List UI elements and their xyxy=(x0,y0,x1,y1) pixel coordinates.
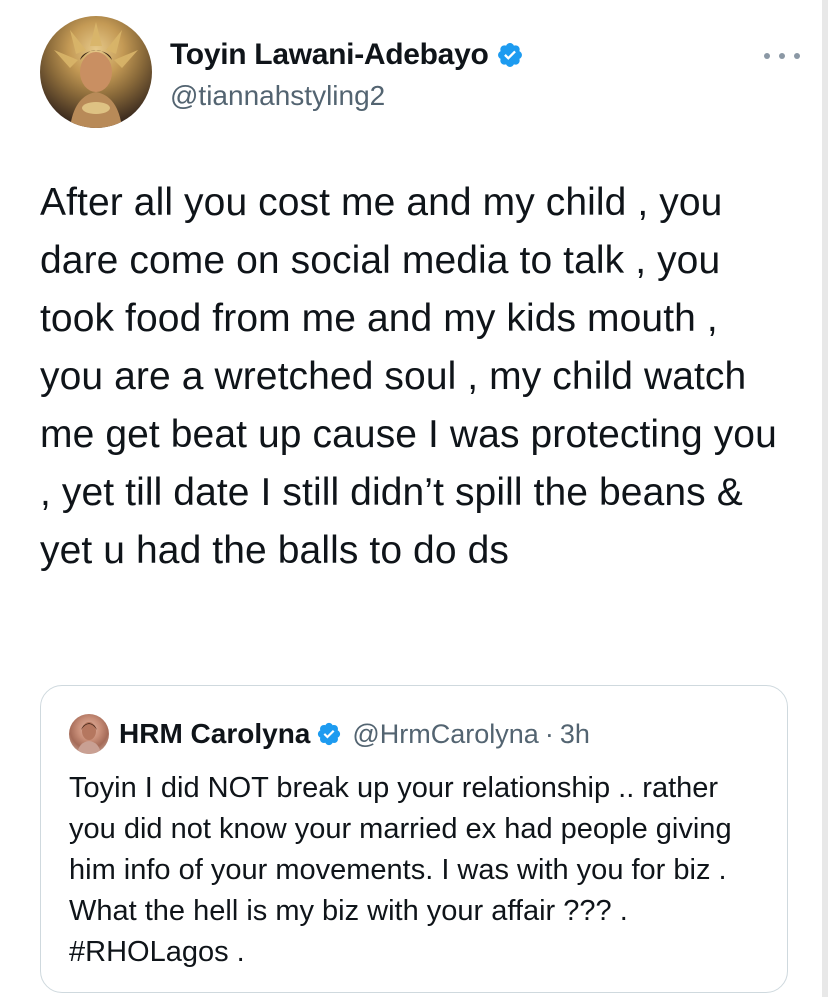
verified-badge-icon xyxy=(496,41,524,69)
author-display-name[interactable]: Toyin Lawani-Adebayo xyxy=(170,38,489,72)
quoted-author-display-name: HRM Carolyna xyxy=(119,718,311,749)
more-options-icon[interactable] xyxy=(764,46,800,66)
more-dot xyxy=(764,53,770,59)
author-handle[interactable]: @tiannahstyling2 xyxy=(170,80,385,112)
quoted-tweet-text: Toyin I did NOT break up your relationsh… xyxy=(69,772,732,968)
more-dot xyxy=(779,53,785,59)
tweet-header: Toyin Lawani-Adebayo @tiannahstyling2 xyxy=(40,16,800,128)
quoted-timestamp: 3h xyxy=(559,718,590,749)
tweet-text: After all you cost me and my child , you… xyxy=(40,181,777,572)
author-avatar[interactable] xyxy=(40,16,152,128)
quoted-author-handle: @HrmCarolyna xyxy=(352,718,539,749)
avatar-photo-icon xyxy=(54,22,138,128)
quoted-verified-badge-icon xyxy=(316,721,342,747)
window-edge xyxy=(822,0,828,997)
quoted-separator: · xyxy=(544,718,554,749)
quoted-tweet-card[interactable]: HRM Carolyna @HrmCarolyna · 3h Toyin I d… xyxy=(40,685,788,993)
quoted-avatar-photo-icon xyxy=(77,722,101,754)
quoted-tweet-header: HRM Carolyna @HrmCarolyna · 3h xyxy=(69,714,590,754)
quoted-author-avatar xyxy=(69,714,109,754)
more-dot xyxy=(794,53,800,59)
author-name-row[interactable]: Toyin Lawani-Adebayo xyxy=(170,38,524,72)
